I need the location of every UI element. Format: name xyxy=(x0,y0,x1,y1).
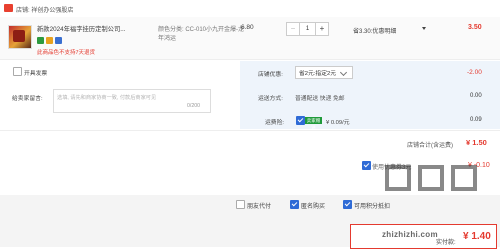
shop-total-label: 店铺合计(含运费) xyxy=(407,143,453,149)
shop-coupon-label: 店铺优惠: xyxy=(258,72,283,78)
insurance-tag: 卖家赠送 xyxy=(305,117,322,130)
store-header xyxy=(0,0,500,18)
promo-detail-link[interactable]: 省3.30:优惠明细 xyxy=(353,26,396,35)
unit-price: 6.80 xyxy=(241,24,254,31)
store-name[interactable]: 店铺: 祥创办公强股店 xyxy=(16,5,73,14)
seller-message-input[interactable] xyxy=(53,89,211,113)
anonymous-label: 匿名购买 xyxy=(301,204,326,210)
message-char-count: 0/200 xyxy=(187,103,200,109)
watermark-text: zhizhizhi.com xyxy=(382,230,438,239)
quantity-value[interactable]: 1 xyxy=(300,23,315,35)
actual-payment-label: 实付款: xyxy=(436,240,456,246)
insurance-amount: 0.09 xyxy=(470,117,482,123)
quantity-increase-button[interactable]: + xyxy=(315,23,328,35)
verified-badge-icon xyxy=(37,37,44,44)
message-label: 给卖家留言: xyxy=(12,96,43,102)
watermark-glyph xyxy=(385,165,411,191)
return-policy-note: 此商品色不支持7天退货 xyxy=(37,50,96,56)
shipping-method[interactable]: 普通配送 快递 免邮 xyxy=(295,93,345,102)
shop-coupon-amount: -2.00 xyxy=(467,69,482,76)
gold-badge-icon xyxy=(46,37,53,44)
message-placeholder: 选填, 请先和商家协商一致, 付款后商家可见 xyxy=(57,95,157,101)
points-label: 可用积分抵扣 xyxy=(354,204,391,210)
quantity-decrease-button[interactable]: − xyxy=(287,23,300,35)
watermark-glyph xyxy=(418,165,444,191)
member-badge-icon xyxy=(55,37,62,44)
invoice-label: 开具发票 xyxy=(24,71,48,77)
product-title[interactable]: 新款2024年福字挂历定制公司... xyxy=(37,24,126,33)
product-thumbnail-detail xyxy=(13,30,25,42)
insurance-value: ¥ 0.09/元 xyxy=(326,120,350,126)
store-icon xyxy=(4,4,13,12)
shipping-amount: 0.00 xyxy=(470,93,482,99)
shipping-label: 运送方式: xyxy=(258,96,283,102)
insurance-label: 运费险: xyxy=(265,120,285,126)
invoice-checkbox[interactable] xyxy=(13,67,22,76)
shop-total-value: ¥ 1.50 xyxy=(466,138,487,147)
product-spec-line1: 颜色分类: CC-010小九开金爆-龙 xyxy=(158,27,245,33)
item-subtotal: 3.50 xyxy=(468,24,482,31)
watermark-glyph xyxy=(451,165,477,191)
points-checkbox[interactable] xyxy=(343,200,352,209)
quantity-stepper: − 1 + xyxy=(286,22,329,36)
friend-pay-checkbox[interactable] xyxy=(236,200,245,209)
shop-coupon-selected[interactable]: 省2元:指定2元 xyxy=(299,68,336,77)
platform-coupon-checkbox[interactable] xyxy=(362,161,371,170)
insurance-checkbox[interactable] xyxy=(296,116,305,125)
product-spec-line2: 年鸿运 xyxy=(158,36,177,42)
friend-pay-label: 朋友代付 xyxy=(247,204,272,210)
actual-payment-value: ¥ 1.40 xyxy=(463,231,491,242)
anonymous-checkbox[interactable] xyxy=(290,200,299,209)
chevron-down-icon[interactable] xyxy=(422,27,426,30)
